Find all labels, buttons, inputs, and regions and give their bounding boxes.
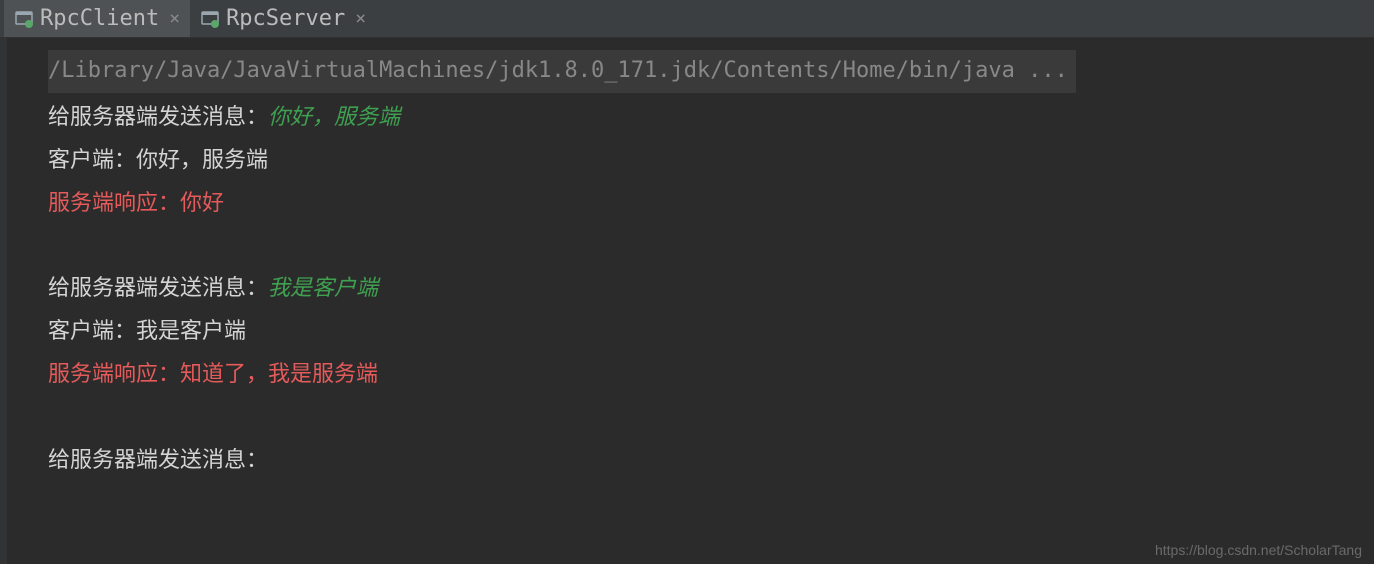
tab-bar: RpcClient × RpcServer ×: [0, 0, 1374, 38]
console-text: 客户端：你好，服务端: [48, 148, 268, 173]
left-gutter: [0, 38, 8, 564]
console-line: 给服务器端发送消息：我是客户端: [48, 268, 1374, 311]
console-line: [48, 226, 1374, 269]
console-text: 客户端：我是客户端: [48, 319, 246, 344]
close-icon[interactable]: ×: [355, 8, 366, 29]
console-line: 客户端：你好，服务端: [48, 140, 1374, 183]
console-text: 给服务器端发送消息：: [48, 448, 268, 473]
run-config-icon: [200, 9, 220, 29]
console-text: 服务端响应：你好: [48, 191, 224, 216]
console-line: 客户端：我是客户端: [48, 311, 1374, 354]
console-line: 服务端响应：知道了，我是服务端: [48, 354, 1374, 397]
console-line: [48, 397, 1374, 440]
watermark: https://blog.csdn.net/ScholarTang: [1155, 542, 1362, 558]
close-icon[interactable]: ×: [169, 8, 180, 29]
console-line: 服务端响应：你好: [48, 183, 1374, 226]
console-output[interactable]: /Library/Java/JavaVirtualMachines/jdk1.8…: [8, 38, 1374, 564]
console-text: 我是客户端: [268, 276, 378, 301]
tab-label: RpcServer: [226, 6, 345, 31]
tab-rpcserver[interactable]: RpcServer ×: [190, 0, 376, 37]
tab-rpcclient[interactable]: RpcClient ×: [4, 0, 190, 37]
console-text: 给服务器端发送消息：: [48, 105, 268, 130]
console-text: 服务端响应：知道了，我是服务端: [48, 362, 378, 387]
command-line: /Library/Java/JavaVirtualMachines/jdk1.8…: [48, 50, 1076, 93]
console-text: 给服务器端发送消息：: [48, 276, 268, 301]
console-line: 给服务器端发送消息：: [48, 440, 1374, 483]
content-area: /Library/Java/JavaVirtualMachines/jdk1.8…: [0, 38, 1374, 564]
console-line: 给服务器端发送消息：你好，服务端: [48, 97, 1374, 140]
run-config-icon: [14, 9, 34, 29]
tab-label: RpcClient: [40, 6, 159, 31]
console-text: 你好，服务端: [268, 105, 400, 130]
